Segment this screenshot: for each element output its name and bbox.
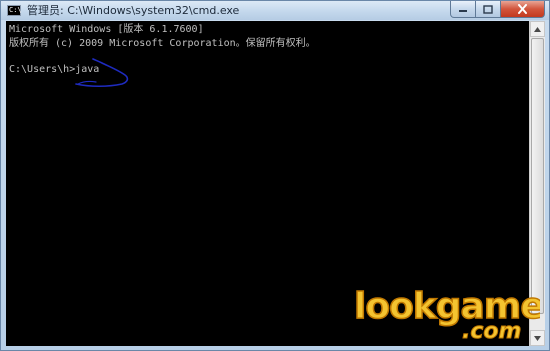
chevron-up-icon xyxy=(534,26,541,32)
lookgame-watermark-logo: lookgame .com xyxy=(350,280,545,344)
console-line-version: Microsoft Windows [版本 6.1.7600] xyxy=(9,24,204,35)
close-icon xyxy=(518,4,527,14)
minimize-button[interactable] xyxy=(450,1,476,18)
lookgame-logo: lookgame .com xyxy=(353,285,545,344)
maximize-button[interactable] xyxy=(476,1,501,18)
title-bar[interactable]: C:\ 管理员: C:\Windows\system32\cmd.exe xyxy=(1,1,549,20)
minimize-icon xyxy=(459,10,467,12)
scroll-thumb[interactable] xyxy=(531,38,544,314)
watermark-suffix: .com xyxy=(462,319,521,344)
maximize-icon xyxy=(483,4,493,14)
annotation-scribble xyxy=(75,58,129,88)
scroll-up-button[interactable] xyxy=(530,21,545,37)
console-line-copyright: 版权所有 (c) 2009 Microsoft Corporation。保留所有… xyxy=(9,38,316,49)
window-title: 管理员: C:\Windows\system32\cmd.exe xyxy=(27,4,240,17)
close-button[interactable] xyxy=(501,1,545,18)
cmd-icon[interactable]: C:\ xyxy=(7,5,22,16)
window-controls xyxy=(450,1,545,18)
